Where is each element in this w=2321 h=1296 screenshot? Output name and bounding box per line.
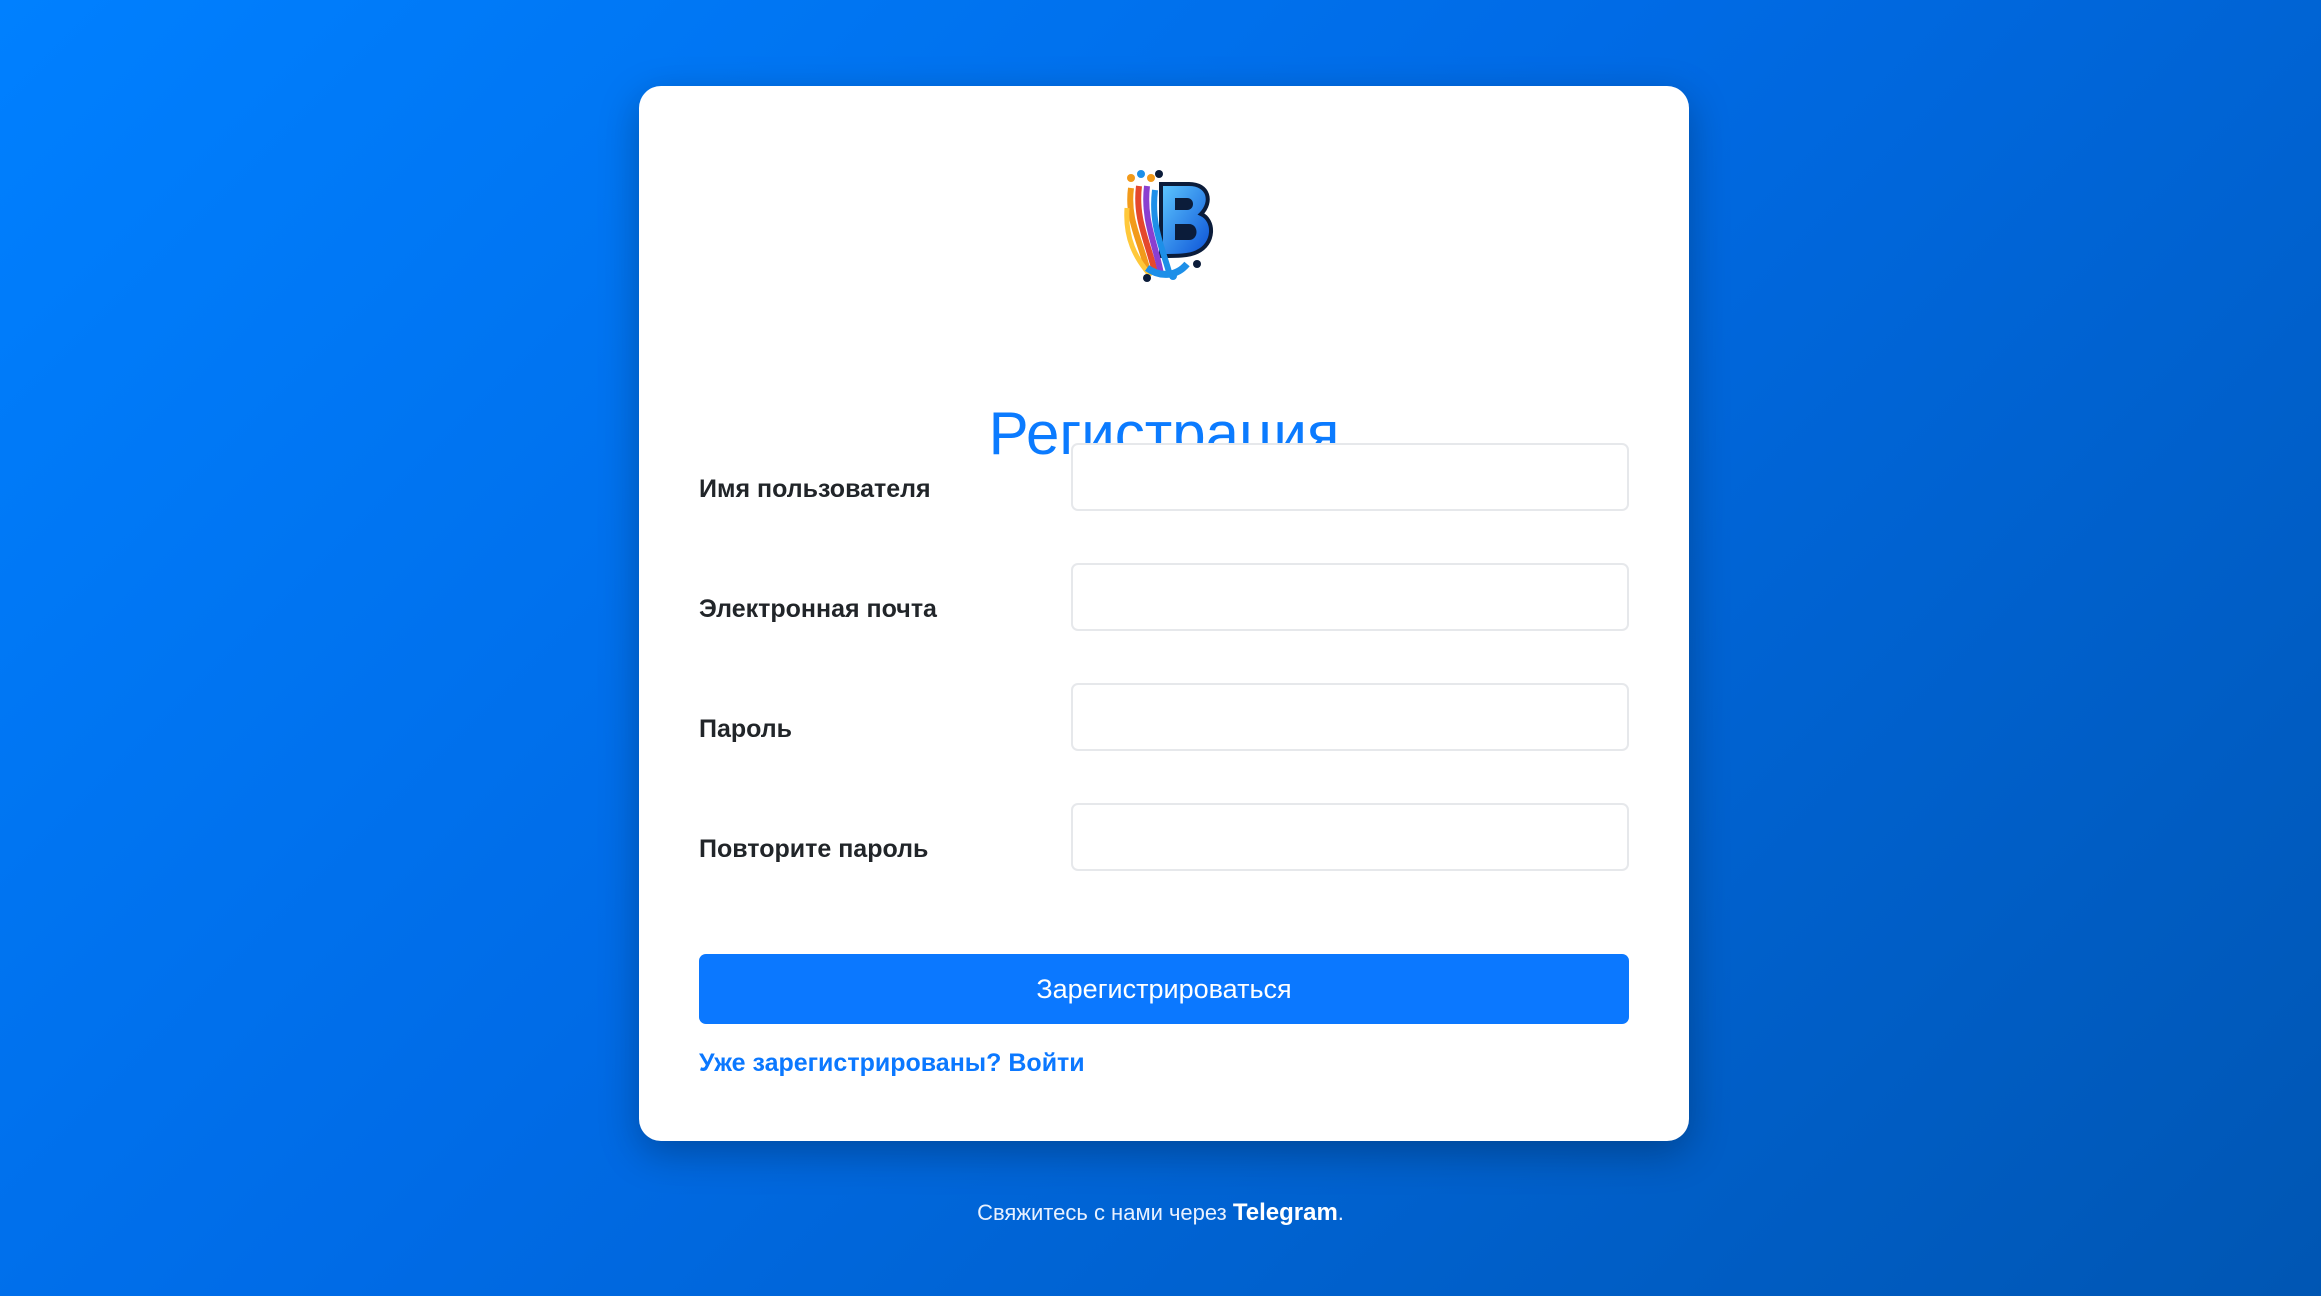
email-row: Электронная почта bbox=[699, 563, 1629, 633]
email-input[interactable] bbox=[1071, 563, 1629, 631]
telegram-link[interactable]: Telegram bbox=[1233, 1199, 1338, 1226]
footer-contact: Свяжитесь с нами через Telegram. bbox=[0, 1199, 2321, 1227]
password-row: Пароль bbox=[699, 683, 1629, 753]
password-label: Пароль bbox=[699, 715, 793, 743]
confirm-password-row: Повторите пароль bbox=[699, 803, 1629, 873]
email-label: Электронная почта bbox=[699, 595, 937, 623]
footer-period: . bbox=[1337, 1200, 1344, 1225]
username-label: Имя пользователя bbox=[699, 475, 931, 503]
username-row: Имя пользователя bbox=[699, 443, 1629, 513]
password-input[interactable] bbox=[1071, 683, 1629, 751]
brand-logo-b-icon bbox=[1117, 168, 1217, 284]
page-background: { "form": { "logo_icon": "brand-logo-b-i… bbox=[0, 0, 2321, 1296]
footer-text: Свяжитесь с нами через bbox=[977, 1200, 1233, 1225]
confirm-password-label: Повторите пароль bbox=[699, 835, 929, 863]
login-link[interactable]: Уже зарегистрированы? Войти bbox=[699, 1049, 1085, 1078]
registration-card: Регистрация Имя пользователя Электронная… bbox=[639, 86, 1689, 1141]
confirm-password-input[interactable] bbox=[1071, 803, 1629, 871]
register-button[interactable]: Зарегистрироваться bbox=[699, 954, 1629, 1024]
username-input[interactable] bbox=[1071, 443, 1629, 511]
